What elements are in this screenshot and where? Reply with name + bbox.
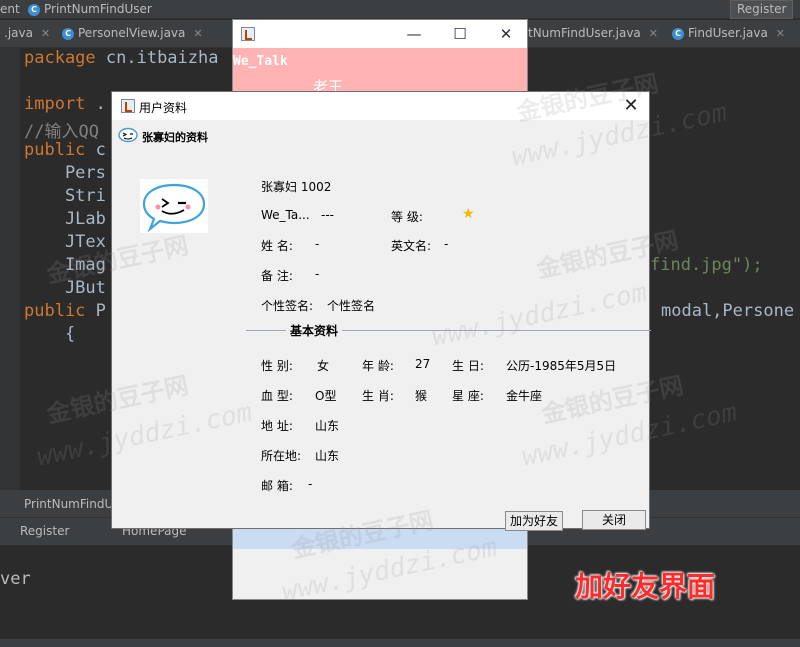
code-line: //输入QQ (24, 122, 99, 142)
editor-tab[interactable]: C FindUser.java ✕ (668, 20, 785, 47)
we-talk-value: --- (321, 208, 334, 222)
caption-overlay: 加好友界面 (575, 570, 716, 603)
editor-tab[interactable]: tNumFindUser.java ✕ (524, 20, 658, 47)
mini-avatar-icon (118, 127, 138, 143)
code-fragment: find.jpg"); (650, 255, 763, 275)
editor-tab[interactable]: C PersonelView.java ✕ (58, 20, 203, 47)
birthday-value: 公历-1985年5月5日 (506, 359, 617, 373)
close-icon[interactable]: ✕ (613, 92, 649, 120)
java-app-icon (121, 99, 135, 113)
code-line: JLab (24, 209, 106, 229)
status-bar (0, 639, 800, 647)
close-icon[interactable]: ✕ (649, 27, 658, 40)
location-value: 山东 (315, 449, 340, 463)
code-line: import . (24, 94, 106, 114)
section-divider: 基本资料 (246, 322, 651, 339)
console-line: ver (0, 569, 31, 589)
run-tab-label[interactable]: PrintNumFindU (24, 495, 113, 513)
close-icon[interactable]: ✕ (483, 20, 529, 48)
signature-label: 个性签名: (261, 299, 314, 313)
code-line: public P (24, 301, 106, 321)
code-line: public c (24, 140, 106, 160)
code-line: Imag (24, 255, 106, 275)
close-button[interactable]: 关闭 (582, 510, 646, 530)
email-value: - (308, 477, 313, 491)
code-line: Stri (24, 186, 106, 206)
add-friend-button[interactable]: 加为好友 (505, 511, 563, 531)
star-icon: ★ (462, 206, 475, 222)
constellation-value: 金牛座 (506, 389, 543, 403)
status-strip (233, 528, 527, 549)
age-label: 年 龄: (362, 359, 394, 373)
email-label: 邮 箱: (261, 479, 293, 493)
name-label: 姓 名: (261, 239, 293, 253)
english-name-label: 英文名: (391, 239, 432, 253)
editor-tab[interactable]: .java ✕ (0, 20, 50, 47)
ide-breadcrumb-bar: ent C PrintNumFindUser Register (0, 0, 800, 19)
banner-title: 张寡妇的资料 (142, 131, 208, 144)
address-label: 地 址: (261, 419, 293, 433)
gender-value: 女 (317, 359, 330, 373)
we-talk-label: We_Ta... (261, 208, 310, 222)
user-name-id: 张寡妇 1002 (261, 180, 332, 194)
section-title: 基本资料 (286, 322, 343, 339)
user-profile-dialog: 用户资料 ✕ 张寡妇的资料 张寡妇 1002 We_Ta... --- 等 级:… (111, 91, 651, 531)
code-line: JTex (24, 232, 106, 252)
address-value: 山东 (315, 419, 340, 433)
class-icon: C (28, 3, 40, 16)
close-icon[interactable]: ✕ (193, 27, 202, 40)
constellation-label: 星 座: (452, 389, 484, 403)
user-avatar (140, 179, 208, 233)
window-titlebar: — ☐ ✕ (233, 20, 527, 48)
dialog-titlebar: 用户资料 ✕ (112, 92, 649, 120)
code-fragment: modal,Persone (661, 301, 795, 321)
profile-banner: 张寡妇的资料 (112, 122, 649, 150)
class-icon: C (62, 27, 74, 40)
java-app-icon (241, 27, 255, 41)
dialog-title: 用户资料 (139, 101, 188, 115)
level-label: 等 级: (391, 210, 423, 224)
code-line: package cn.itbaizha (24, 48, 219, 68)
signature-value: 个性签名 (327, 299, 376, 313)
zodiac-value: 猴 (415, 389, 428, 403)
blood-type-value: O型 (315, 389, 337, 403)
note-value: - (315, 267, 320, 281)
note-label: 备 注: (261, 269, 293, 283)
minimize-icon[interactable]: — (391, 20, 437, 48)
code-line: { (24, 324, 76, 344)
close-icon[interactable]: ✕ (41, 27, 50, 40)
age-value: 27 (415, 357, 431, 371)
brand-label: We_Talk (233, 54, 288, 69)
name-value: - (315, 237, 320, 251)
location-label: 所在地: (261, 449, 302, 463)
close-icon[interactable]: ✕ (776, 27, 785, 40)
class-icon: C (672, 27, 684, 40)
gender-label: 性 别: (261, 359, 293, 373)
blood-type-label: 血 型: (261, 389, 293, 403)
breadcrumb-item[interactable]: ent (0, 0, 20, 18)
birthday-label: 生 日: (452, 359, 484, 373)
breadcrumb-item[interactable]: C PrintNumFindUser (28, 0, 152, 18)
code-line: JBut (24, 278, 106, 298)
zodiac-label: 生 肖: (362, 389, 394, 403)
run-config-button[interactable]: Register (730, 0, 794, 19)
english-name-value: - (444, 237, 449, 251)
maximize-icon[interactable]: ☐ (437, 20, 483, 48)
run-tab[interactable]: Register (20, 522, 69, 540)
code-line: Pers (24, 163, 106, 183)
